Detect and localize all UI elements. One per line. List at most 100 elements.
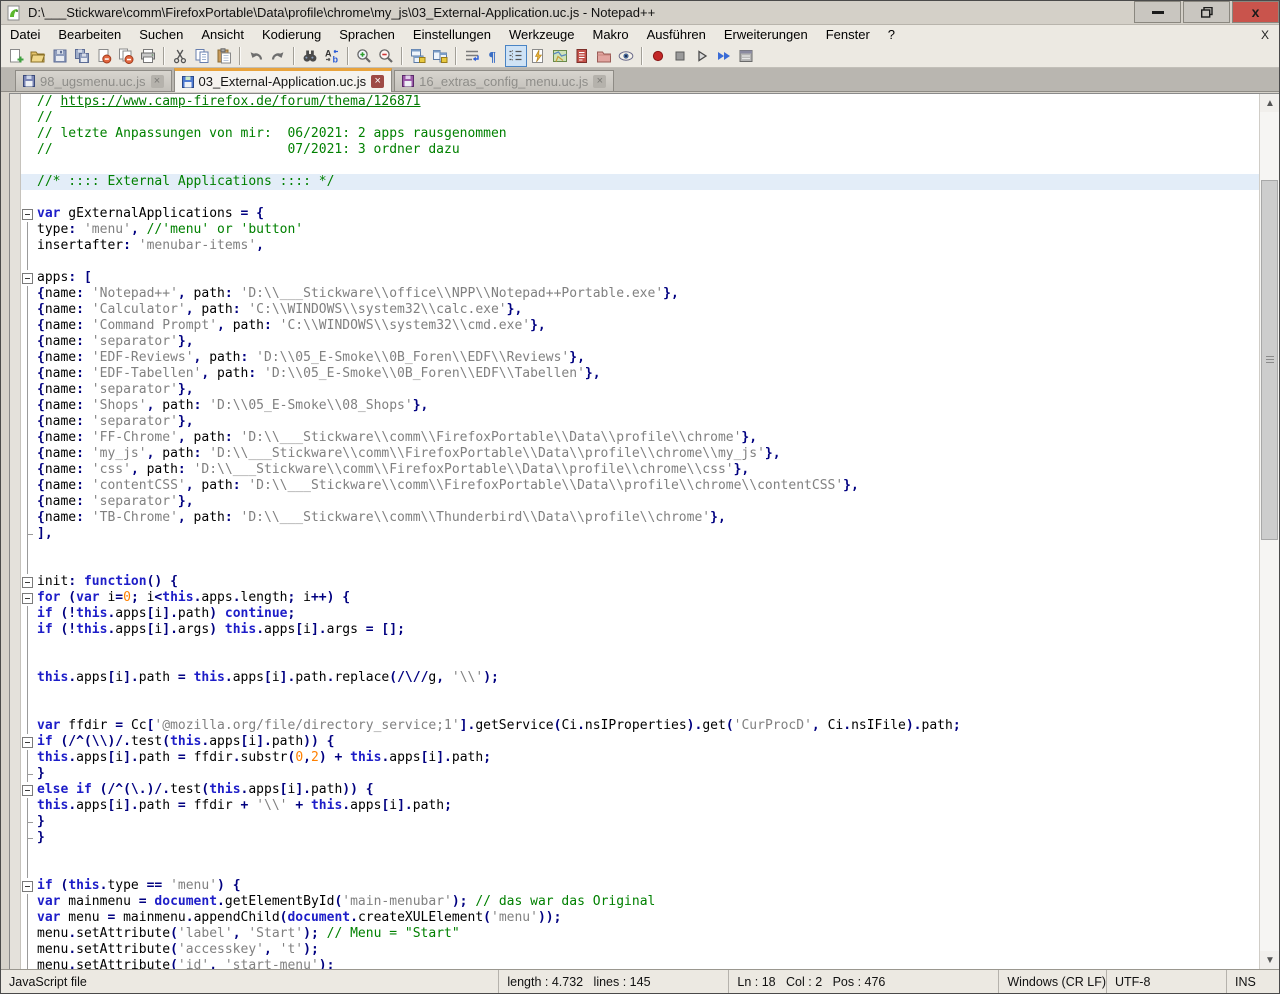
menu-item-ansicht[interactable]: Ansicht [192,25,253,44]
bookmark-margin[interactable] [10,942,21,958]
macro-run-multiple-button[interactable] [713,45,735,67]
code-line[interactable]: {name: 'contentCSS', path: 'D:\\___Stick… [10,478,1259,494]
word-wrap-button[interactable] [461,45,483,67]
code-line[interactable]: {name: 'Command Prompt', path: 'C:\\WIND… [10,318,1259,334]
code-line[interactable]: {name: 'EDF-Reviews', path: 'D:\\05_E-Sm… [10,350,1259,366]
bookmark-margin[interactable] [10,638,21,654]
code-line[interactable] [10,542,1259,558]
fold-collapse-icon[interactable] [21,270,35,286]
code-line[interactable]: var gExternalApplications = { [10,206,1259,222]
code-line[interactable]: var menu = mainmenu.appendChild(document… [10,910,1259,926]
bookmark-margin[interactable] [10,254,21,270]
bookmark-margin[interactable] [10,318,21,334]
menu-item-makro[interactable]: Makro [584,25,638,44]
macro-record-button[interactable] [647,45,669,67]
code-line[interactable]: {name: 'Notepad++', path: 'D:\\___Stickw… [10,286,1259,302]
bookmark-margin[interactable] [10,462,21,478]
zoom-in-button[interactable] [353,45,375,67]
menu-item-erweiterungen[interactable]: Erweiterungen [715,25,817,44]
restore-button[interactable] [1183,1,1230,23]
bookmark-margin[interactable] [10,510,21,526]
code-line[interactable]: // [10,110,1259,126]
bookmark-margin[interactable] [10,302,21,318]
replace-button[interactable]: Ab [321,45,343,67]
code-line[interactable] [10,862,1259,878]
code-line[interactable]: this.apps[i].path = ffdir + '\\' + this.… [10,798,1259,814]
fold-collapse-icon[interactable] [21,206,35,222]
scroll-up-icon[interactable]: ▲ [1260,94,1279,112]
code-line[interactable] [10,686,1259,702]
bookmark-margin[interactable] [10,430,21,446]
code-line[interactable]: if (!this.apps[i].args) this.apps[i].arg… [10,622,1259,638]
bookmark-margin[interactable] [10,814,21,830]
code-line[interactable]: {name: 'Shops', path: 'D:\\05_E-Smoke\\0… [10,398,1259,414]
fold-collapse-icon[interactable] [21,590,35,606]
bookmark-margin[interactable] [10,222,21,238]
copy-button[interactable] [191,45,213,67]
code-line[interactable]: menu.setAttribute('accesskey', 't'); [10,942,1259,958]
bookmark-margin[interactable] [10,750,21,766]
menu-item-kodierung[interactable]: Kodierung [253,25,330,44]
menu-item-ausfhren[interactable]: Ausführen [638,25,715,44]
code-line[interactable]: var mainmenu = document.getElementById('… [10,894,1259,910]
code-line[interactable]: {name: 'separator'}, [10,494,1259,510]
bookmark-margin[interactable] [10,174,21,190]
close-document-icon[interactable]: X [1251,28,1279,42]
bookmark-margin[interactable] [10,110,21,126]
bookmark-margin[interactable] [10,926,21,942]
code-line[interactable]: insertafter: 'menubar-items', [10,238,1259,254]
macro-stop-button[interactable] [669,45,691,67]
code-line[interactable] [10,846,1259,862]
tab-close-icon[interactable]: × [593,75,606,88]
title-bar[interactable]: D:\___Stickware\comm\FirefoxPortable\Dat… [1,1,1279,25]
code-line[interactable]: for (var i=0; i<this.apps.length; i++) { [10,590,1259,606]
bookmark-margin[interactable] [10,718,21,734]
folder-as-workspace-button[interactable] [593,45,615,67]
sync-vertical-scroll-button[interactable] [407,45,429,67]
redo-button[interactable] [267,45,289,67]
code-line[interactable] [10,654,1259,670]
undo-button[interactable] [245,45,267,67]
menu-item-help[interactable]: ? [879,25,904,44]
paste-button[interactable] [213,45,235,67]
bookmark-margin[interactable] [10,158,21,174]
fold-collapse-icon[interactable] [21,782,35,798]
bookmark-margin[interactable] [10,494,21,510]
function-list-button[interactable] [527,45,549,67]
bookmark-margin[interactable] [10,702,21,718]
code-line[interactable]: } [10,814,1259,830]
bookmark-margin[interactable] [10,622,21,638]
code-line[interactable]: {name: 'TB-Chrome', path: 'D:\\___Stickw… [10,510,1259,526]
code-line[interactable] [10,638,1259,654]
print-button[interactable] [137,45,159,67]
bookmark-margin[interactable] [10,270,21,286]
macro-play-button[interactable] [691,45,713,67]
fold-collapse-icon[interactable] [21,734,35,750]
bookmark-margin[interactable] [10,350,21,366]
code-line[interactable] [10,558,1259,574]
tab-close-icon[interactable]: × [151,75,164,88]
bookmark-margin[interactable] [10,782,21,798]
bookmark-margin[interactable] [10,142,21,158]
code-line[interactable]: // https://www.camp-firefox.de/forum/the… [10,94,1259,110]
open-file-button[interactable] [27,45,49,67]
fold-collapse-icon[interactable] [21,574,35,590]
menu-item-fenster[interactable]: Fenster [817,25,879,44]
bookmark-margin[interactable] [10,686,21,702]
code-line[interactable]: // 07/2021: 3 ordner dazu [10,142,1259,158]
code-line[interactable]: {name: 'separator'}, [10,334,1259,350]
zoom-out-button[interactable] [375,45,397,67]
document-map-button[interactable] [549,45,571,67]
code-line[interactable]: {name: 'separator'}, [10,382,1259,398]
bookmark-margin[interactable] [10,670,21,686]
code-line[interactable]: else if (/^(\.)/.test(this.apps[i].path)… [10,782,1259,798]
code-line[interactable]: {name: 'separator'}, [10,414,1259,430]
monitoring-button[interactable] [615,45,637,67]
code-line[interactable] [10,158,1259,174]
close-all-button[interactable] [115,45,137,67]
bookmark-margin[interactable] [10,526,21,542]
code-line[interactable]: {name: 'css', path: 'D:\\___Stickware\\c… [10,462,1259,478]
code-line[interactable] [10,254,1259,270]
tab-98-ugsmenu[interactable]: 98_ugsmenu.uc.js × [15,70,172,91]
code-line[interactable]: if (this.type == 'menu') { [10,878,1259,894]
